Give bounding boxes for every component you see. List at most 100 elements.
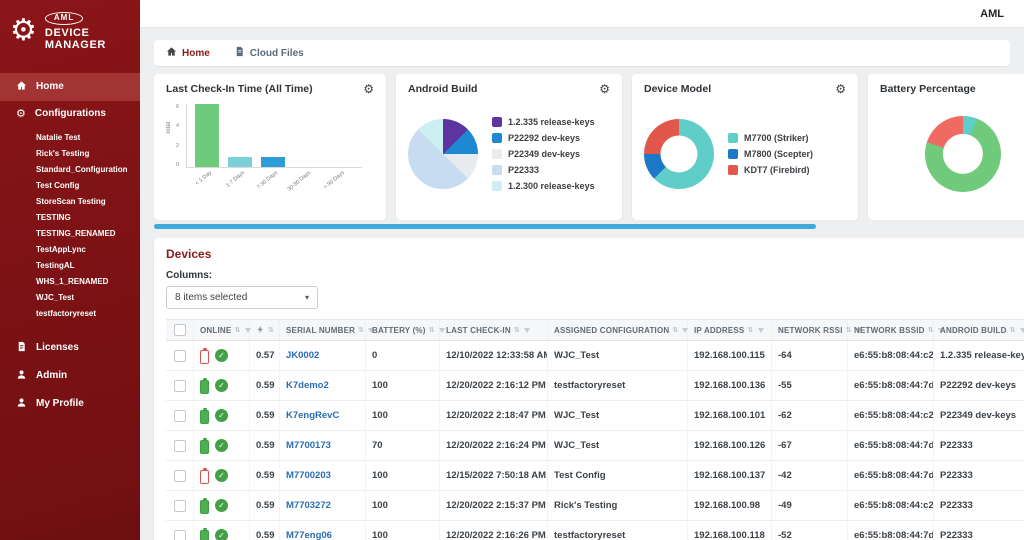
battery-status-icon (200, 377, 209, 394)
cell-last_checkin: 12/20/2022 2:18:47 PM (440, 401, 548, 430)
sidebar-configuration-item[interactable]: TestingAL (36, 258, 134, 274)
breadcrumb-home[interactable]: Home (166, 46, 210, 60)
row-checkbox[interactable] (173, 499, 186, 512)
column-header-assigned-configuration[interactable]: ASSIGNED CONFIGURATION ⇅ (548, 320, 689, 340)
sidebar-item-home[interactable]: Home (0, 72, 140, 101)
serial-number-link[interactable]: JK0002 (286, 350, 319, 361)
sidebar-configuration-item[interactable]: WHS_1_RENAMED (36, 274, 134, 290)
sidebar-item-label: Configurations (34, 107, 106, 119)
sidebar-configuration-item[interactable]: WJC_Test (36, 290, 134, 306)
serial-number-link[interactable]: K7engRevC (286, 410, 339, 421)
android-build-legend: 1.2.335 release-keys P22292 dev-keys P2234… (492, 117, 595, 191)
sidebar-configuration-item[interactable]: Test Config (36, 178, 134, 194)
serial-number-link[interactable]: K7demo2 (286, 380, 329, 391)
sidebar-configuration-item[interactable]: TESTING (36, 210, 134, 226)
sidebar-configuration-item[interactable]: testfactoryreset (36, 306, 134, 322)
serial-number-link[interactable]: M7700173 (286, 440, 331, 451)
online-check-icon: ✓ (215, 529, 228, 540)
bar-value (195, 104, 220, 167)
cell-build: 1.2.335 release-keys (934, 341, 1024, 370)
column-label: ONLINE (200, 325, 232, 335)
legend-label: M7700 (Striker) (744, 133, 809, 143)
legend-item: P22349 dev-keys (492, 149, 595, 159)
last-checkin-bar-chart: Total 6 4 2 0 < 1 Day 1-7 Days 7-30 Days 30-90… (166, 98, 374, 202)
online-check-icon: ✓ (215, 499, 228, 512)
column-header-battery[interactable]: BATTERY (%) ⇅ (366, 320, 445, 340)
devices-table: ONLINE ⇅ ⇅ SERIAL NUMBER ⇅ BATTERY (%) ⇅ (166, 319, 1024, 540)
filter-funnel-icon[interactable] (1019, 327, 1024, 333)
online-check-icon: ✓ (215, 349, 228, 362)
breadcrumb-home-label: Home (182, 47, 210, 59)
sidebar-item-licenses[interactable]: Licenses (0, 334, 140, 362)
legend-label: M7800 (Scepter) (744, 149, 814, 159)
cell-build: P22333 (934, 431, 1024, 460)
sidebar-configuration-item[interactable]: Natalie Test (36, 130, 134, 146)
column-header-ip-address[interactable]: IP ADDRESS ⇅ (688, 320, 772, 340)
cell-ip: 192.168.100.136 (688, 371, 772, 400)
cell-last_checkin: 12/20/2022 2:16:12 PM (440, 371, 548, 400)
devices-panel: Devices Columns: 8 items selected ▾ ONLI… (154, 238, 1024, 540)
sidebar-item-label: Licenses (36, 342, 79, 354)
row-checkbox[interactable] (173, 349, 186, 362)
row-checkbox[interactable] (173, 439, 186, 452)
row-checkbox[interactable] (173, 379, 186, 392)
sort-icon[interactable]: ⇅ (928, 326, 934, 334)
sidebar-configuration-item[interactable]: StoreScan Testing (36, 194, 134, 210)
column-header-android-build[interactable]: ANDROID BUILD ⇅ (934, 320, 1024, 340)
sort-icon[interactable]: ⇅ (358, 326, 364, 334)
sort-icon[interactable]: ⇅ (429, 326, 435, 334)
row-checkbox[interactable] (173, 469, 186, 482)
account-menu[interactable]: AML (980, 8, 1004, 20)
card-settings-gear-icon[interactable]: ⚙ (835, 83, 846, 95)
bar-x-label: 30-90 Days (286, 170, 313, 193)
column-header-online[interactable]: ONLINE ⇅ (194, 320, 251, 340)
legend-item: KDT7 (Firebird) (728, 165, 813, 175)
sidebar-item-admin[interactable]: Admin (0, 362, 140, 390)
sort-icon[interactable]: ⇅ (514, 326, 520, 334)
column-label: SERIAL NUMBER (286, 325, 356, 335)
cards-horizontal-scrollbar[interactable] (154, 224, 816, 229)
sidebar-item-my-profile[interactable]: My Profile (0, 390, 140, 418)
filter-funnel-icon[interactable] (757, 327, 764, 333)
sidebar-configuration-item[interactable]: TestAppLync (36, 242, 134, 258)
cell-online: ✓ (194, 461, 250, 490)
card-settings-gear-icon[interactable]: ⚙ (599, 83, 610, 95)
columns-label: Columns: (166, 270, 213, 281)
cell-rssi: -49 (772, 491, 848, 520)
legend-item: 1.2.335 release-keys (492, 117, 595, 127)
sidebar-item-configurations[interactable]: ⚙ Configurations (0, 101, 140, 126)
columns-dropdown[interactable]: 8 items selected ▾ (166, 286, 318, 309)
cell-build: P22292 dev-keys (934, 371, 1024, 400)
row-checkbox[interactable] (173, 529, 186, 540)
sidebar-configuration-item[interactable]: Standard_Configuration (36, 162, 134, 178)
sort-icon[interactable]: ⇅ (268, 326, 274, 334)
column-header-value[interactable]: ⇅ (250, 320, 280, 340)
sort-icon[interactable]: ⇅ (234, 326, 240, 334)
select-all-checkbox[interactable] (173, 324, 186, 336)
battery-status-icon (200, 497, 209, 514)
filter-funnel-icon[interactable] (523, 327, 530, 333)
row-checkbox[interactable] (173, 409, 186, 422)
card-device-model: Device Model ⚙ M7700 (Striker) M7800 (Sce… (632, 74, 858, 220)
card-settings-gear-icon[interactable]: ⚙ (363, 83, 374, 95)
battery-status-icon (200, 467, 209, 484)
cell-serial: M7703272 (280, 491, 366, 520)
column-header-network-rssi[interactable]: NETWORK RSSI ⇅ (772, 320, 862, 340)
serial-number-link[interactable]: M7703272 (286, 500, 331, 511)
sidebar-configuration-item[interactable]: TESTING_RENAMED (36, 226, 134, 242)
card-title: Android Build (408, 83, 478, 95)
sort-icon[interactable]: ⇅ (747, 326, 753, 334)
column-header-last-checkin[interactable]: LAST CHECK-IN ⇅ (440, 320, 548, 340)
sort-icon[interactable]: ⇅ (1010, 326, 1016, 334)
cell-bssid: e6:55:b8:08:44:c2 (848, 401, 934, 430)
cell-check (166, 341, 194, 370)
bar-column: 30-90 Days (287, 104, 318, 193)
column-header-network-bssid[interactable]: NETWORK BSSID ⇅ (848, 320, 944, 340)
serial-number-link[interactable]: M7700203 (286, 470, 331, 481)
sidebar-configuration-item[interactable]: Rick's Testing (36, 146, 134, 162)
breadcrumb-cloud-files[interactable]: Cloud Files (234, 46, 304, 60)
column-header-serial-number[interactable]: SERIAL NUMBER ⇅ (280, 320, 375, 340)
serial-number-link[interactable]: M77eng06 (286, 530, 332, 540)
sort-icon[interactable]: ⇅ (672, 326, 678, 334)
column-header-select (166, 320, 194, 340)
